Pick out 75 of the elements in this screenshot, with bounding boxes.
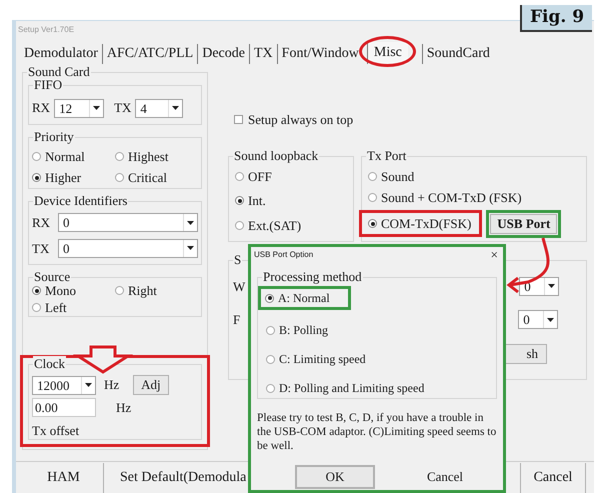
field-label: TX (32, 240, 50, 258)
button[interactable]: USB Port (490, 214, 558, 234)
field-label: RX (32, 99, 50, 118)
dropdown-arrow-icon (183, 240, 197, 257)
radio-label[interactable]: Sound (381, 166, 414, 186)
radio-label[interactable]: Left (45, 300, 67, 315)
radio-button[interactable] (32, 152, 41, 161)
radio-button[interactable] (266, 384, 275, 392)
radio-label[interactable]: D: Polling and Limiting speed (279, 379, 424, 397)
radio-label[interactable]: Highest (128, 146, 168, 166)
field-label: TX (114, 99, 132, 118)
dropdown[interactable]: 12 (54, 98, 104, 118)
dropdown[interactable]: 0 (58, 238, 198, 258)
radio-button[interactable] (235, 196, 244, 206)
radio-label[interactable]: C: Limiting speed (279, 350, 366, 368)
radio-button[interactable] (115, 152, 124, 161)
window-title: Setup Ver1.70E (17, 24, 76, 36)
radio-label[interactable]: B: Polling (279, 321, 328, 339)
radio-label[interactable]: A: Normal (278, 289, 330, 307)
figure-label: Fig. 9 (520, 5, 592, 32)
tab[interactable]: Misc (366, 42, 408, 64)
radio-button[interactable] (368, 219, 377, 228)
radio-label[interactable]: Mono (45, 283, 76, 298)
tab[interactable]: Demodulator (20, 44, 102, 64)
button[interactable]: OK (295, 465, 375, 489)
tab[interactable]: AFC/ATC/PLL (102, 44, 198, 64)
field-label: F (233, 311, 240, 329)
radio-button[interactable] (265, 294, 274, 302)
dropdown[interactable]: 12000 (32, 376, 96, 394)
dropdown[interactable]: 0 (58, 213, 198, 232)
tab[interactable]: TX (249, 44, 277, 64)
checkbox-label[interactable]: Setup always on top (248, 110, 354, 130)
dropdown[interactable]: 0 (518, 310, 558, 330)
radio-label[interactable]: Normal (45, 146, 85, 166)
radio-label[interactable]: Right (128, 283, 157, 298)
tab[interactable]: Font/Window (276, 44, 363, 64)
button[interactable]: Cancel (520, 462, 586, 492)
radio-button[interactable] (32, 286, 41, 295)
radio-button[interactable] (235, 220, 244, 230)
radio-label[interactable]: OFF (248, 166, 272, 186)
dropdown[interactable]: 4 (135, 98, 184, 118)
radio-button[interactable] (32, 173, 41, 182)
radio-button[interactable] (368, 172, 377, 181)
radio-button[interactable] (235, 172, 244, 181)
radio-button[interactable] (115, 173, 124, 182)
dropdown-arrow-icon (183, 214, 197, 232)
unit-label: Hz (104, 376, 120, 394)
radio-button[interactable] (368, 193, 377, 202)
dialog-title: USB Port Option (254, 249, 314, 261)
radio-label[interactable]: Higher (45, 168, 82, 188)
highlight-ellipse (358, 36, 416, 67)
radio-label[interactable]: Critical (128, 168, 167, 188)
group-title: Priority (33, 129, 75, 145)
input-field[interactable]: 0.00 (32, 398, 96, 418)
radio-button[interactable] (266, 326, 275, 334)
tab[interactable]: Decode (197, 44, 249, 64)
close-button[interactable]: × (490, 248, 500, 262)
button[interactable]: Adj (133, 375, 169, 395)
field-label: Tx offset (32, 422, 80, 440)
radio-label[interactable]: COM-TxD(FSK) (381, 214, 472, 234)
radio-button[interactable] (266, 354, 275, 364)
radio-label[interactable]: Int. (248, 191, 266, 210)
radio-label[interactable]: Ext.(SAT) (248, 216, 302, 235)
radio-button[interactable] (115, 286, 124, 295)
field-label: RX (32, 214, 50, 232)
radio-label[interactable]: Sound + COM-TxD (FSK) (381, 188, 522, 208)
unit-label: Hz (116, 399, 132, 417)
checkbox[interactable] (234, 115, 243, 124)
curved-arrow (506, 238, 550, 294)
dropdown-arrow-icon (81, 376, 95, 394)
radio-button[interactable] (32, 303, 41, 312)
group-title: Processing method (262, 269, 363, 285)
field-label: W (233, 278, 246, 296)
dialog-note: Please try to test B, C, D, if you have a trouble in the USB-COM adaptor. (C)Limiting speed seems to be well. (257, 411, 497, 453)
tab[interactable]: SoundCard (422, 44, 494, 64)
